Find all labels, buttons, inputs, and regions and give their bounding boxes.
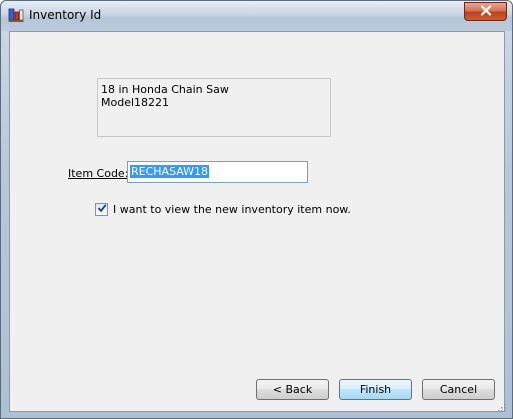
checkmark-icon bbox=[97, 203, 107, 216]
close-icon bbox=[480, 4, 492, 19]
view-new-item-checkbox[interactable] bbox=[95, 203, 108, 216]
finish-button[interactable]: Finish bbox=[339, 379, 412, 400]
close-button[interactable] bbox=[464, 2, 507, 21]
back-button[interactable]: < Back bbox=[256, 379, 329, 400]
item-code-value: RECHASAW18 bbox=[130, 165, 210, 178]
inventory-app-icon bbox=[8, 7, 24, 23]
dialog-window: Inventory Id 18 in Honda Chain Saw Model… bbox=[0, 0, 513, 419]
item-code-label-text: Item Code: bbox=[68, 167, 129, 180]
view-new-item-label[interactable]: I want to view the new inventory item no… bbox=[113, 203, 351, 216]
item-model-line: Model18221 bbox=[101, 96, 170, 109]
cancel-button[interactable]: Cancel bbox=[422, 379, 495, 400]
item-description-line: 18 in Honda Chain Saw bbox=[101, 83, 229, 96]
dialog-client-area: 18 in Honda Chain Saw Model18221 Item Co… bbox=[9, 31, 505, 412]
item-code-label: Item Code: bbox=[68, 167, 128, 180]
window-title: Inventory Id bbox=[29, 8, 102, 22]
item-code-input[interactable]: RECHASAW18 bbox=[127, 161, 308, 183]
resize-grip-icon[interactable] bbox=[496, 402, 506, 412]
title-bar[interactable]: Inventory Id bbox=[1, 1, 512, 31]
item-description-box: 18 in Honda Chain Saw Model18221 bbox=[97, 78, 331, 137]
